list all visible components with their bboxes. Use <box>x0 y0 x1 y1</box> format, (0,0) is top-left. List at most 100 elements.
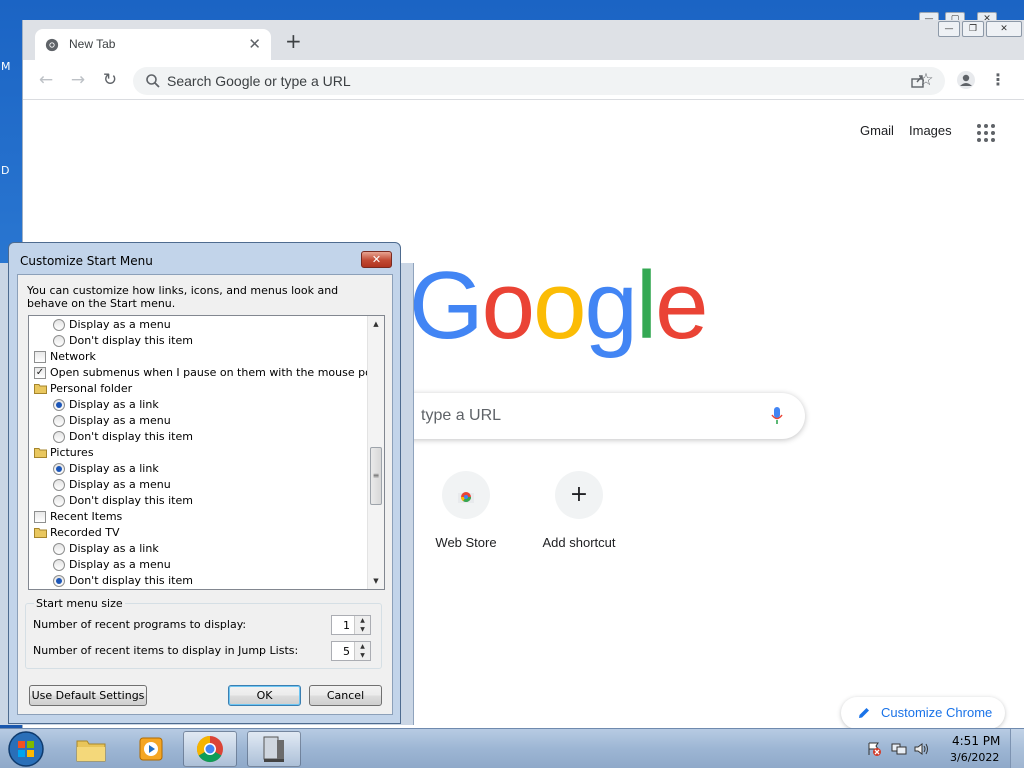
list-item-label: Don't display this item <box>69 494 193 507</box>
customize-chrome-button[interactable]: Customize Chrome <box>841 697 1005 729</box>
minimize-icon[interactable]: — <box>938 21 960 37</box>
clock-date[interactable]: 3/6/2022 <box>950 751 999 764</box>
radio-icon[interactable] <box>53 319 65 331</box>
radio-icon[interactable] <box>53 495 65 507</box>
folder-icon <box>34 448 47 458</box>
window-controls: — ❐ ✕ <box>938 21 1022 39</box>
radio-icon[interactable] <box>53 479 65 491</box>
tab-strip: New Tab ✕ + — ❐ ✕ <box>23 20 1024 60</box>
show-desktop-button[interactable] <box>1010 729 1024 768</box>
close-button[interactable]: ✕ <box>361 251 392 268</box>
chrome-icon <box>196 735 223 763</box>
dialog-body: You can customize how links, icons, and … <box>17 274 393 715</box>
clock-time[interactable]: 4:51 PM <box>952 734 1000 748</box>
checkbox-icon[interactable] <box>34 511 46 523</box>
forward-icon[interactable]: → <box>67 69 89 91</box>
start-button-icon[interactable] <box>6 730 46 768</box>
shortcut-label: Add shortcut <box>542 535 616 550</box>
radio-selected-icon[interactable] <box>53 463 65 475</box>
ok-button[interactable]: OK <box>228 685 301 706</box>
folder-icon <box>34 384 47 394</box>
taskbar-control-panel[interactable] <box>247 731 301 767</box>
scroll-thumb[interactable]: ≡ <box>370 447 382 505</box>
radio-icon[interactable] <box>53 543 65 555</box>
images-link[interactable]: Images <box>909 123 952 138</box>
omnibox-placeholder: Search Google or type a URL <box>167 73 351 89</box>
microphone-icon[interactable] <box>771 406 783 426</box>
logo-letter: o <box>533 252 586 359</box>
jump-list-label: Number of recent items to display in Jum… <box>33 644 299 657</box>
profile-icon[interactable] <box>955 69 977 91</box>
list-item-label: Display as a menu <box>69 558 171 571</box>
gmail-link[interactable]: Gmail <box>860 123 894 138</box>
recent-programs-label: Number of recent programs to display: <box>33 618 247 631</box>
network-icon[interactable] <box>891 742 907 756</box>
google-logo: Google <box>409 256 709 356</box>
list-item-label: Recorded TV <box>50 526 120 539</box>
shortcut-label: Web Store <box>435 535 497 550</box>
list-item-label: Display as a menu <box>69 478 171 491</box>
radio-icon[interactable] <box>53 335 65 347</box>
spin-down-icon[interactable]: ▼ <box>355 651 370 660</box>
reload-icon[interactable]: ↻ <box>99 69 121 91</box>
taskbar-media-player[interactable] <box>124 731 178 767</box>
jump-list-value: 5 <box>343 645 350 658</box>
shortcut-web-store[interactable]: Web Store <box>416 471 516 550</box>
apps-grid-icon[interactable] <box>977 124 995 142</box>
spin-down-icon[interactable]: ▼ <box>355 625 370 634</box>
radio-selected-icon[interactable] <box>53 399 65 411</box>
bookmark-star-icon[interactable]: ☆ <box>915 69 937 91</box>
toolbar: ← → ↻ Search Google or type a URL ☆ ⋮ <box>23 60 1024 100</box>
list-item-label: Don't display this item <box>69 574 193 587</box>
recent-programs-stepper[interactable]: 1 ▲ ▼ <box>331 615 371 635</box>
tab-new-tab[interactable]: New Tab ✕ <box>35 29 271 60</box>
spin-up-icon[interactable]: ▲ <box>355 616 370 625</box>
scroll-up-icon[interactable]: ▲ <box>368 316 384 332</box>
radio-selected-icon[interactable] <box>53 575 65 587</box>
taskbar: 4:51 PM 3/6/2022 <box>0 728 1024 768</box>
taskbar-explorer[interactable] <box>64 731 118 767</box>
list-item-label: Don't display this item <box>69 430 193 443</box>
jump-list-stepper[interactable]: 5 ▲ ▼ <box>331 641 371 661</box>
list-item-label: Don't display this item <box>69 334 193 347</box>
checkbox-checked-icon[interactable]: ✓ <box>34 367 46 379</box>
list-item-label: Recent Items <box>50 510 123 523</box>
close-icon[interactable]: ✕ <box>986 21 1022 37</box>
scroll-down-icon[interactable]: ▼ <box>368 573 384 589</box>
tab-close-icon[interactable]: ✕ <box>248 35 261 53</box>
checkbox-icon[interactable] <box>34 351 46 363</box>
list-item-label: Display as a link <box>69 462 159 475</box>
add-icon: + <box>555 471 603 519</box>
media-player-icon <box>139 737 163 761</box>
volume-icon[interactable] <box>914 742 930 756</box>
spin-up-icon[interactable]: ▲ <box>355 642 370 651</box>
menu-kebab-icon[interactable]: ⋮ <box>987 69 1009 91</box>
pencil-icon <box>859 708 869 718</box>
cancel-button[interactable]: Cancel <box>309 685 382 706</box>
action-center-flag-icon[interactable] <box>866 742 882 756</box>
list-item-label: Display as a link <box>69 398 159 411</box>
back-icon[interactable]: ← <box>35 69 57 91</box>
list-item-label: Display as a menu <box>69 414 171 427</box>
options-list[interactable]: Don't display this item Display as a menu… <box>28 315 385 590</box>
web-store-icon <box>442 471 490 519</box>
list-scrollbar[interactable]: ▲ ≡ ▼ <box>367 316 384 589</box>
dialog-title: Customize Start Menu <box>20 254 153 268</box>
omnibox[interactable]: Search Google or type a URL <box>133 67 945 95</box>
new-tab-button[interactable]: + <box>285 31 302 51</box>
taskbar-chrome[interactable] <box>183 731 237 767</box>
folder-icon <box>34 528 47 538</box>
recent-programs-value: 1 <box>343 619 350 632</box>
radio-icon[interactable] <box>53 415 65 427</box>
folder-icon <box>76 740 106 762</box>
logo-letter: g <box>584 252 637 359</box>
restore-icon[interactable]: ❐ <box>962 21 984 37</box>
shortcut-add[interactable]: + Add shortcut <box>529 471 629 550</box>
start-menu-size-group: Start menu size Number of recent program… <box>25 597 382 669</box>
desktop-icon-label: D <box>1 164 10 177</box>
list-item-label: Display as a link <box>69 542 159 555</box>
list-item-label: Personal folder <box>50 382 133 395</box>
radio-icon[interactable] <box>53 431 65 443</box>
radio-icon[interactable] <box>53 559 65 571</box>
use-default-settings-button[interactable]: Use Default Settings <box>29 685 147 706</box>
